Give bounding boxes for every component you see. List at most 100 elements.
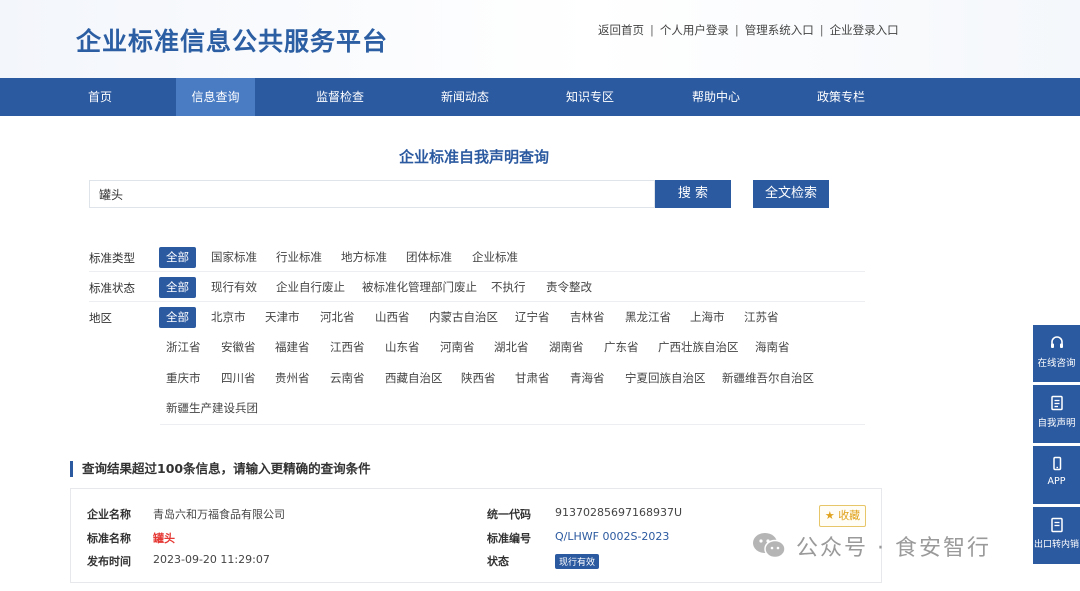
phone-icon bbox=[1052, 456, 1061, 471]
nav-info-query[interactable]: 信息查询 bbox=[176, 78, 255, 116]
region-option[interactable]: 宁夏回族自治区 bbox=[618, 368, 713, 389]
star-icon: ★ bbox=[824, 509, 835, 522]
result-notice: 查询结果超过100条信息，请输入更精确的查询条件 bbox=[70, 461, 371, 477]
side-self-declaration[interactable]: 自我声明 bbox=[1033, 385, 1080, 443]
nav-home[interactable]: 首页 bbox=[62, 78, 138, 116]
region-option[interactable]: 安徽省 bbox=[214, 337, 263, 358]
headset-icon bbox=[1050, 336, 1063, 348]
region-option[interactable]: 全部 bbox=[159, 307, 196, 328]
type-option[interactable]: 企业标准 bbox=[465, 247, 525, 268]
credit-code: 91370285697168937U bbox=[555, 506, 683, 519]
region-option[interactable]: 新疆维吾尔自治区 bbox=[715, 368, 821, 389]
nav-knowledge[interactable]: 知识专区 bbox=[550, 78, 630, 116]
link-company-login[interactable]: 企业登录入口 bbox=[830, 22, 899, 38]
region-option[interactable]: 湖南省 bbox=[542, 337, 591, 358]
status-option[interactable]: 全部 bbox=[159, 277, 196, 298]
standard-number-label: 标准编号 bbox=[487, 532, 531, 545]
region-option[interactable]: 辽宁省 bbox=[508, 307, 557, 328]
search-button[interactable]: 搜 索 bbox=[655, 180, 731, 208]
side-label: APP bbox=[1047, 476, 1066, 487]
filter-type-label: 标准类型 bbox=[89, 251, 135, 265]
region-option[interactable]: 重庆市 bbox=[159, 368, 208, 389]
region-option[interactable]: 天津市 bbox=[258, 307, 307, 328]
favorite-label: 收藏 bbox=[838, 509, 861, 522]
header: 企业标准信息公共服务平台 返回首页 | 个人用户登录 | 管理系统入口 | 企业登录入… bbox=[0, 0, 1080, 78]
region-option[interactable]: 内蒙古自治区 bbox=[422, 307, 505, 328]
link-personal-login[interactable]: 个人用户登录 bbox=[660, 22, 729, 38]
status-label: 状态 bbox=[487, 555, 509, 568]
side-label: 自我声明 bbox=[1037, 418, 1076, 429]
region-option[interactable]: 吉林省 bbox=[563, 307, 612, 328]
credit-code-label: 统一代码 bbox=[487, 508, 531, 521]
page-title: 企业标准自我声明查询 bbox=[398, 148, 549, 166]
region-option[interactable]: 西藏自治区 bbox=[378, 368, 450, 389]
region-option[interactable]: 江苏省 bbox=[737, 307, 786, 328]
region-option[interactable]: 四川省 bbox=[214, 368, 263, 389]
top-links: 返回首页 | 个人用户登录 | 管理系统入口 | 企业登录入口 bbox=[598, 22, 899, 38]
standard-name[interactable]: 罐头 bbox=[153, 530, 175, 546]
region-option[interactable]: 海南省 bbox=[748, 337, 797, 358]
company-label: 企业名称 bbox=[87, 508, 131, 521]
region-option[interactable]: 福建省 bbox=[268, 337, 317, 358]
side-online-consult[interactable]: 在线咨询 bbox=[1033, 325, 1080, 382]
type-option[interactable]: 行业标准 bbox=[269, 247, 329, 268]
nav-news[interactable]: 新闻动态 bbox=[425, 78, 505, 116]
region-option[interactable]: 湖北省 bbox=[487, 337, 536, 358]
link-home[interactable]: 返回首页 bbox=[598, 22, 644, 38]
region-option[interactable]: 青海省 bbox=[563, 368, 612, 389]
standard-name-label: 标准名称 bbox=[87, 532, 131, 545]
fulltext-search-button[interactable]: 全文检索 bbox=[753, 180, 829, 208]
region-option[interactable]: 云南省 bbox=[323, 368, 372, 389]
region-option[interactable]: 贵州省 bbox=[268, 368, 317, 389]
side-label: 出口转内销 bbox=[1033, 540, 1079, 550]
status-option[interactable]: 被标准化管理部门废止 bbox=[355, 277, 484, 298]
region-option[interactable]: 河北省 bbox=[313, 307, 362, 328]
filter-region-block: 地区 全部 北京市 天津市 河北省 山西省 内蒙古自治区 辽宁省 吉林省 黑龙江… bbox=[89, 302, 865, 424]
filter-status-label: 标准状态 bbox=[89, 281, 135, 295]
type-option[interactable]: 全部 bbox=[159, 247, 196, 268]
main-nav: 首页 信息查询 监督检查 新闻动态 知识专区 帮助中心 政策专栏 bbox=[0, 78, 1080, 116]
status-badge: 现行有效 bbox=[555, 554, 600, 569]
status-option[interactable]: 现行有效 bbox=[204, 277, 264, 298]
watermark-text: 公众号 · 食安智行 bbox=[796, 536, 991, 561]
side-label: 在线咨询 bbox=[1037, 358, 1076, 369]
nav-supervision[interactable]: 监督检查 bbox=[300, 78, 380, 116]
status-option[interactable]: 不执行 bbox=[484, 277, 533, 298]
document-icon bbox=[1050, 517, 1063, 533]
site-logo[interactable]: 企业标准信息公共服务平台 bbox=[76, 22, 388, 58]
region-option[interactable]: 江西省 bbox=[323, 337, 372, 358]
publish-time: 2023-09-20 11:29:07 bbox=[153, 553, 270, 566]
link-admin-entry[interactable]: 管理系统入口 bbox=[745, 22, 814, 38]
region-option[interactable]: 山西省 bbox=[368, 307, 417, 328]
status-option[interactable]: 企业自行废止 bbox=[269, 277, 352, 298]
region-option[interactable]: 上海市 bbox=[683, 307, 732, 328]
type-option[interactable]: 地方标准 bbox=[334, 247, 394, 268]
region-option[interactable]: 广东省 bbox=[597, 337, 646, 358]
filter-status-row: 标准状态 全部 现行有效 企业自行废止 被标准化管理部门废止 不执行 责令整改 bbox=[89, 272, 865, 302]
side-export-domestic[interactable]: 出口转内销 bbox=[1033, 507, 1080, 564]
region-option[interactable]: 黑龙江省 bbox=[618, 307, 678, 328]
side-app[interactable]: APP bbox=[1033, 446, 1080, 504]
region-option[interactable]: 北京市 bbox=[204, 307, 253, 328]
status-option[interactable]: 责令整改 bbox=[539, 277, 599, 298]
filter-region-label: 地区 bbox=[89, 311, 112, 325]
type-option[interactable]: 团体标准 bbox=[399, 247, 459, 268]
region-option[interactable]: 广西壮族自治区 bbox=[651, 337, 746, 358]
publish-time-label: 发布时间 bbox=[87, 555, 131, 568]
favorite-button[interactable]: ★ 收藏 bbox=[819, 505, 866, 527]
search-input[interactable] bbox=[89, 180, 655, 208]
region-option[interactable]: 浙江省 bbox=[159, 337, 208, 358]
region-option[interactable]: 山东省 bbox=[378, 337, 427, 358]
type-option[interactable]: 国家标准 bbox=[204, 247, 264, 268]
nav-policy[interactable]: 政策专栏 bbox=[801, 78, 881, 116]
region-option[interactable]: 陕西省 bbox=[454, 368, 503, 389]
filter-type-row: 标准类型 全部 国家标准 行业标准 地方标准 团体标准 企业标准 bbox=[89, 242, 865, 272]
watermark: 公众号 · 食安智行 bbox=[752, 530, 991, 562]
standard-number[interactable]: Q/LHWF 0002S-2023 bbox=[555, 530, 669, 543]
nav-help[interactable]: 帮助中心 bbox=[676, 78, 756, 116]
region-option[interactable]: 甘肃省 bbox=[508, 368, 557, 389]
region-option[interactable]: 河南省 bbox=[433, 337, 482, 358]
wechat-icon bbox=[752, 532, 786, 560]
region-option[interactable]: 新疆生产建设兵团 bbox=[159, 398, 265, 419]
company-name: 青岛六和万福食品有限公司 bbox=[153, 508, 285, 521]
